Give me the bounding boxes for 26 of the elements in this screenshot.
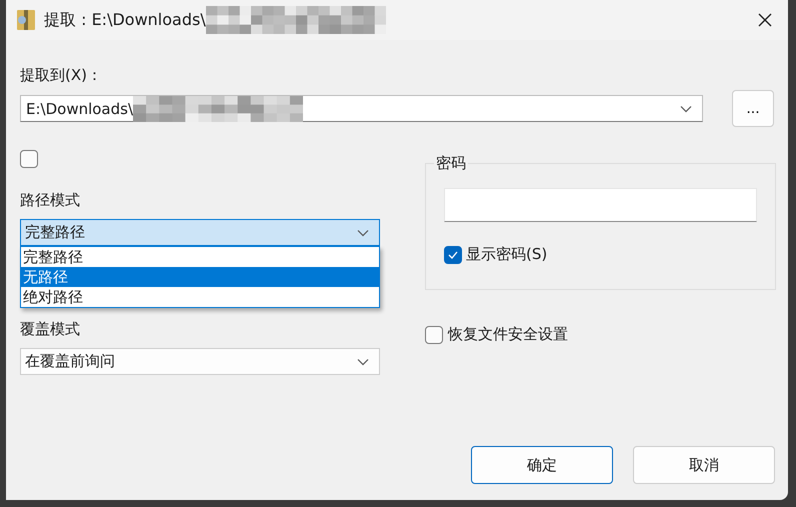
checkbox[interactable] [425, 326, 443, 344]
path-mode-combo[interactable]: 完整路径 [20, 219, 380, 246]
field-label: 覆盖模式 [20, 320, 80, 339]
checkmark-icon [447, 250, 459, 260]
field-label: 提取到(X)： [20, 66, 102, 85]
dialog-button[interactable]: 确定 [471, 446, 613, 484]
overwrite-mode-combo[interactable]: 在覆盖前询问 [20, 348, 380, 375]
checkbox-label: 显示密码(S) [466, 245, 548, 264]
chevron-down-icon [357, 228, 369, 236]
archive-icon [16, 9, 36, 31]
group-title: 密码 [434, 154, 468, 173]
field-label: 路径模式 [20, 191, 80, 210]
chevron-down-icon [680, 104, 692, 112]
dropdown-option[interactable]: 无路径 [21, 267, 379, 287]
chevron-down-icon [357, 358, 369, 366]
browse-button[interactable]: ... [732, 90, 774, 127]
dialog-button[interactable]: 取消 [633, 446, 775, 484]
password-field[interactable] [444, 188, 757, 222]
checkbox-label: 恢复文件安全设置 [448, 325, 568, 344]
window-title: 提取 : E:\Downloads\ [44, 10, 206, 30]
close-icon[interactable] [758, 13, 772, 27]
dropdown-option[interactable]: 绝对路径 [21, 287, 379, 307]
destination-combo[interactable]: E:\Downloads\ [20, 95, 703, 122]
checkbox[interactable] [444, 246, 462, 264]
checkbox[interactable] [20, 150, 38, 168]
dropdown-option[interactable]: 完整路径 [21, 247, 379, 267]
